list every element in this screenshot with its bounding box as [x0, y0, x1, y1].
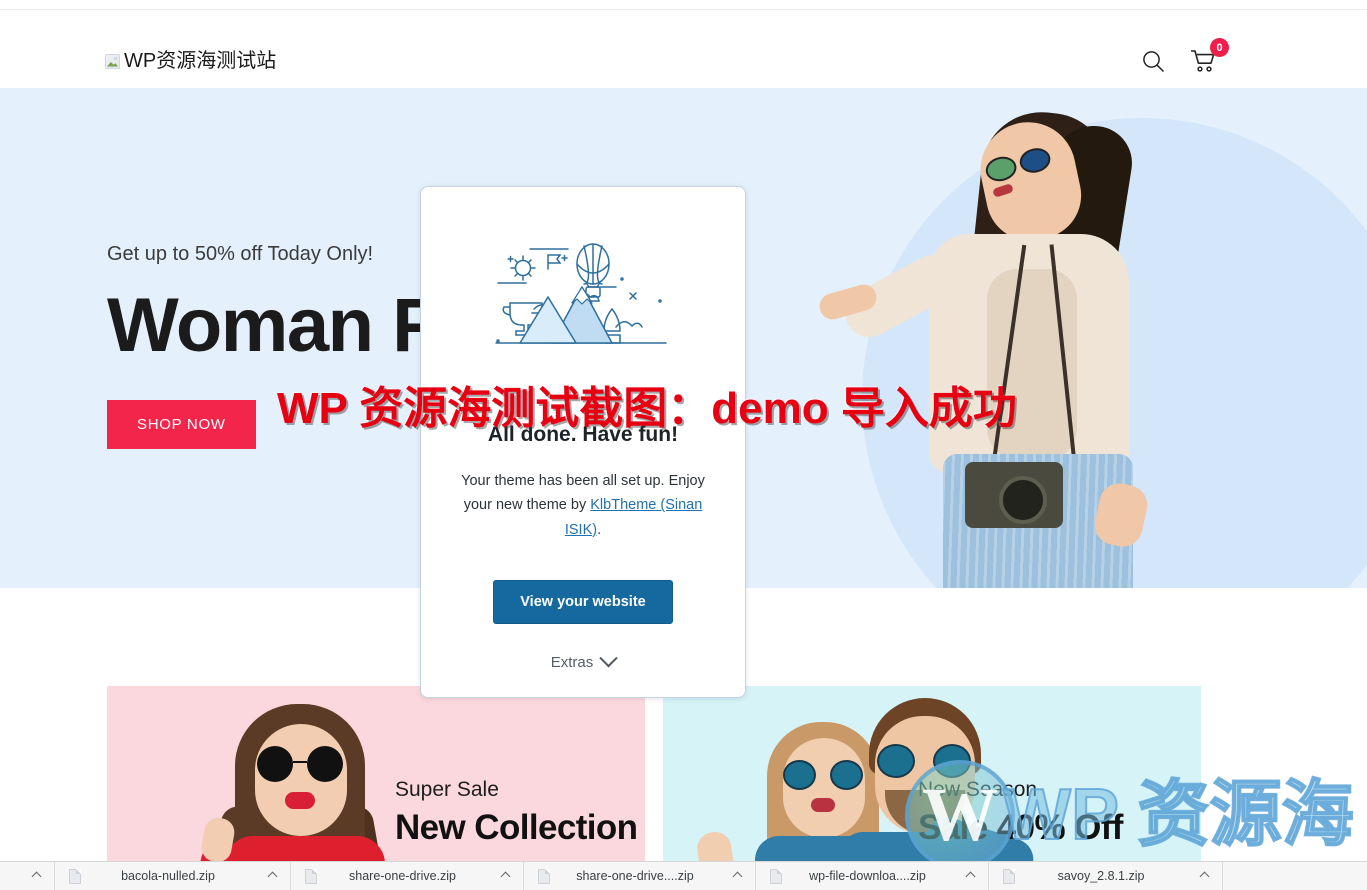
header-actions: 0 [1141, 38, 1229, 74]
cart-count-badge: 0 [1210, 38, 1229, 57]
chevron-up-icon[interactable] [500, 871, 511, 881]
download-item[interactable]: share-one-drive....zip [524, 862, 756, 890]
file-icon [538, 868, 550, 884]
shop-now-button[interactable]: SHOP NOW [107, 400, 256, 449]
broken-image-icon [105, 53, 120, 69]
modal-description: Your theme has been all set up. Enjoy yo… [457, 469, 709, 542]
chevron-up-icon[interactable] [965, 871, 976, 881]
chevron-up-icon[interactable] [732, 871, 743, 881]
site-logo[interactable]: WP资源海测试站 [105, 51, 276, 71]
search-icon [1143, 51, 1165, 73]
logo-alt-text: WP资源海测试站 [124, 50, 277, 72]
promo-card-new-collection[interactable]: Super Sale New Collection [107, 686, 645, 890]
promo-kicker: New Season [918, 778, 1038, 801]
promo-card-new-season[interactable]: New Season Sale 40% Off [663, 686, 1201, 890]
download-file-name: bacola-nulled.zip [121, 869, 215, 883]
top-rule [0, 0, 1367, 10]
download-file-name: share-one-drive.zip [349, 869, 456, 883]
download-file-name: share-one-drive....zip [576, 869, 694, 883]
promo-title: Sale 40% Off [918, 808, 1123, 847]
file-icon [1003, 868, 1015, 884]
hero-model-photo [797, 94, 1227, 588]
extras-toggle[interactable]: Extras [550, 649, 618, 672]
file-icon [69, 868, 81, 884]
file-icon [770, 868, 782, 884]
import-complete-modal: All done. Have fun! Your theme has been … [420, 186, 746, 698]
promo-right-text: New Season Sale 40% Off [918, 778, 1123, 847]
download-item[interactable]: bacola-nulled.zip [55, 862, 291, 890]
chevron-down-icon [599, 649, 618, 668]
modal-body-after: . [597, 521, 602, 538]
modal-heading: All done. Have fun! [487, 423, 679, 446]
mountain-balloon-illustration [495, 243, 667, 344]
chevron-up-icon[interactable] [31, 871, 42, 881]
extras-label: Extras [550, 654, 594, 672]
page-root: WP资源海测试站 0 Get up to 50% off Today Only!… [0, 0, 1367, 890]
cart-button[interactable]: 0 [1190, 38, 1229, 74]
download-file-name: savoy_2.8.1.zip [1057, 869, 1145, 883]
search-button[interactable] [1141, 49, 1166, 74]
view-your-website-button[interactable]: View your website [493, 580, 673, 625]
download-item[interactable] [0, 862, 55, 890]
promo-card-list: Super Sale New Collection New Season Sal… [107, 686, 1217, 890]
browser-downloads-bar: bacola-nulled.zip share-one-drive.zip sh… [0, 861, 1367, 890]
site-header: WP资源海测试站 0 [0, 11, 1367, 88]
chevron-up-icon[interactable] [267, 871, 278, 881]
chevron-up-icon[interactable] [1199, 871, 1210, 881]
download-file-name: wp-file-downloa....zip [809, 869, 926, 883]
download-item[interactable]: share-one-drive.zip [291, 862, 524, 890]
promo-kicker: Super Sale [395, 778, 499, 801]
download-item[interactable]: savoy_2.8.1.zip [989, 862, 1223, 890]
download-item[interactable]: wp-file-downloa....zip [756, 862, 989, 890]
promo-left-text: Super Sale New Collection [395, 778, 638, 847]
promo-title: New Collection [395, 808, 638, 847]
file-icon [305, 868, 317, 884]
